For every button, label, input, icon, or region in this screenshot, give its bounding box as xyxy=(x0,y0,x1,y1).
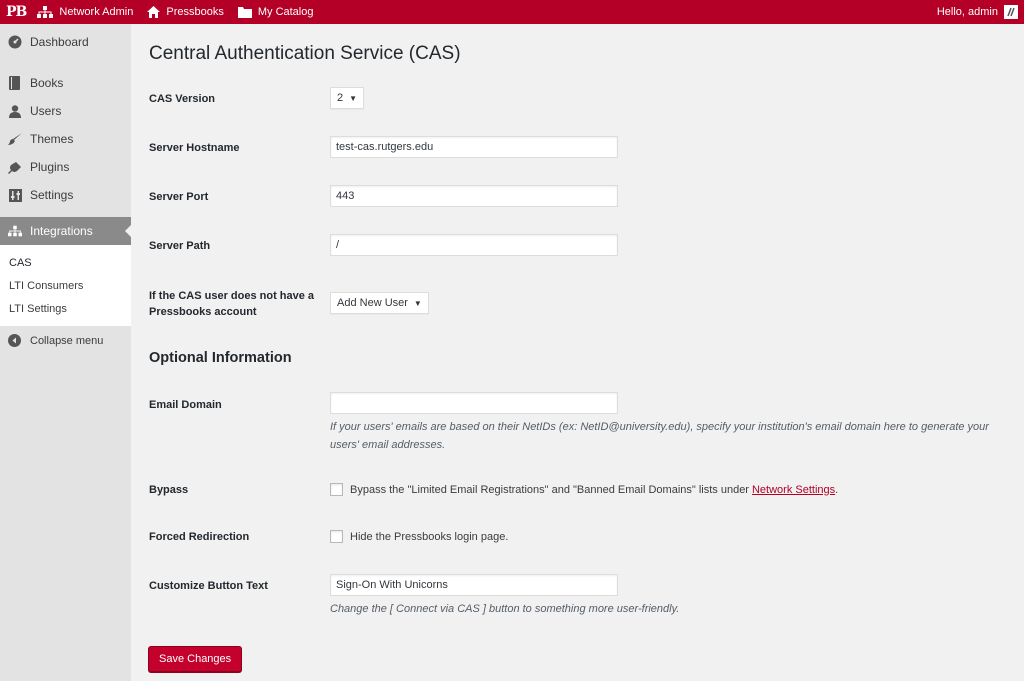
book-icon xyxy=(8,76,22,90)
bypass-label: Bypass xyxy=(149,484,189,496)
network-admin-link[interactable]: Network Admin xyxy=(30,0,140,24)
admin-sidebar: Dashboard Books Users Themes Plugins Set… xyxy=(0,24,131,681)
email-domain-input[interactable] xyxy=(330,392,618,414)
no-account-label-line1: If the CAS user does not have a xyxy=(149,290,315,302)
settings-icon xyxy=(8,188,22,202)
forced-redirection-checkbox[interactable] xyxy=(330,530,343,543)
forced-redirection-label: Forced Redirection xyxy=(149,531,250,543)
sidebar-item-label: Integrations xyxy=(30,224,93,238)
page-title: Central Authentication Service (CAS) xyxy=(149,43,461,64)
bypass-row: Bypass the "Limited Email Registrations"… xyxy=(330,483,838,496)
bypass-suffix: . xyxy=(835,483,839,496)
dashboard-icon xyxy=(8,35,22,49)
bypass-text: Bypass the "Limited Email Registrations"… xyxy=(350,483,749,496)
network-admin-label: Network Admin xyxy=(59,6,134,18)
sidebar-item-label: Settings xyxy=(30,188,74,202)
my-catalog-label: My Catalog xyxy=(257,6,314,18)
button-text-label: Customize Button Text xyxy=(149,580,268,592)
sidebar-item-label: Dashboard xyxy=(30,35,89,49)
cas-version-select[interactable]: 2 ▼ xyxy=(330,87,365,109)
no-account-select[interactable]: Add New User ▼ xyxy=(330,292,429,314)
network-icon xyxy=(8,224,22,238)
collapse-menu-button[interactable]: Collapse menu xyxy=(0,326,131,356)
email-domain-desc-line2: users' email addresses. xyxy=(330,439,446,451)
cas-version-value: 2 xyxy=(337,92,344,104)
avatar xyxy=(1004,5,1018,19)
admin-bar: PB Network Admin Pressbooks My Catalog H… xyxy=(0,0,1024,24)
no-account-value: Add New User xyxy=(337,297,408,309)
optional-information-heading: Optional Information xyxy=(149,350,292,366)
chevron-down-icon: ▼ xyxy=(349,93,358,103)
chevron-down-icon: ▼ xyxy=(413,298,422,308)
sidebar-item-label: Users xyxy=(30,104,62,118)
network-settings-link[interactable]: Network Settings xyxy=(752,484,835,496)
home-icon xyxy=(147,6,161,18)
bypass-checkbox[interactable] xyxy=(330,483,343,496)
cas-version-label: CAS Version xyxy=(149,93,216,105)
sidebar-item-dashboard[interactable]: Dashboard xyxy=(0,24,131,60)
brush-icon xyxy=(8,132,22,146)
collapse-arrow-icon xyxy=(8,334,22,348)
main-content: Central Authentication Service (CAS) CAS… xyxy=(131,24,1024,681)
sidebar-item-integrations[interactable]: Integrations xyxy=(0,217,131,245)
sidebar-item-label: Books xyxy=(30,76,64,90)
save-changes-button[interactable]: Save Changes xyxy=(148,646,243,672)
submenu-item-cas[interactable]: CAS xyxy=(0,251,131,274)
sidebar-item-settings[interactable]: Settings xyxy=(0,181,131,209)
email-domain-description: If your users' emails are based on their… xyxy=(330,418,989,454)
plug-icon xyxy=(8,160,22,174)
submenu-item-lti-consumers[interactable]: LTI Consumers xyxy=(0,274,131,297)
server-port-input[interactable] xyxy=(330,185,618,207)
button-text-description: Change the [ Connect via CAS ] button to… xyxy=(330,603,680,615)
server-port-label: Server Port xyxy=(149,191,209,203)
sidebar-item-label: Plugins xyxy=(30,160,70,174)
pressbooks-link[interactable]: Pressbooks xyxy=(140,0,230,24)
account-menu[interactable]: Hello, admin xyxy=(937,5,1024,19)
server-hostname-input[interactable] xyxy=(330,136,618,158)
integrations-submenu: CAS LTI Consumers LTI Settings xyxy=(0,245,131,326)
forced-redirection-row: Hide the Pressbooks login page. xyxy=(330,530,508,543)
sidebar-item-users[interactable]: Users xyxy=(0,97,131,125)
sidebar-item-plugins[interactable]: Plugins xyxy=(0,153,131,181)
server-path-label: Server Path xyxy=(149,240,211,252)
network-icon xyxy=(37,6,54,18)
folder-icon xyxy=(237,6,252,18)
user-icon xyxy=(8,104,22,118)
forced-redirection-text: Hide the Pressbooks login page. xyxy=(350,530,509,543)
collapse-menu-label: Collapse menu xyxy=(30,335,104,347)
server-path-input[interactable] xyxy=(330,234,618,256)
sidebar-item-themes[interactable]: Themes xyxy=(0,125,131,153)
pressbooks-logo[interactable]: PB xyxy=(0,0,30,24)
no-account-label-line2: Pressbooks account xyxy=(149,306,257,318)
email-domain-label: Email Domain xyxy=(149,399,222,411)
server-hostname-label: Server Hostname xyxy=(149,142,240,154)
logo-text: PB xyxy=(6,4,27,20)
pressbooks-label: Pressbooks xyxy=(166,6,224,18)
sidebar-item-label: Themes xyxy=(30,132,74,146)
my-catalog-link[interactable]: My Catalog xyxy=(231,0,321,24)
email-domain-desc-line1: If your users' emails are based on their… xyxy=(330,421,989,433)
submenu-item-lti-settings[interactable]: LTI Settings xyxy=(0,297,131,320)
sidebar-item-books[interactable]: Books xyxy=(0,69,131,97)
button-text-input[interactable] xyxy=(330,574,618,596)
no-account-label: If the CAS user does not have a Pressboo… xyxy=(149,288,314,320)
greeting-text: Hello, admin xyxy=(936,6,998,18)
